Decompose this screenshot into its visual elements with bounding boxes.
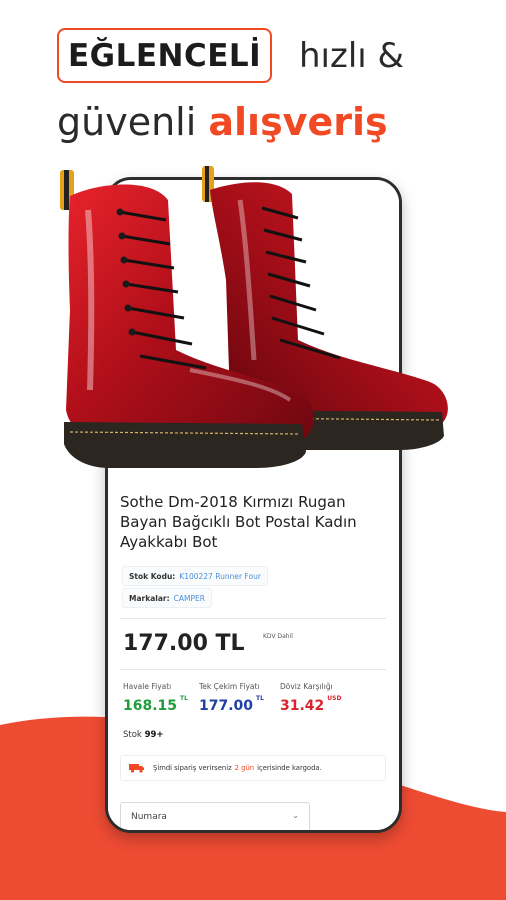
- headline-shopping-word: alışveriş: [208, 100, 388, 144]
- single-payment-price-currency: TL: [256, 695, 264, 702]
- single-payment-price-amount: 177.00: [199, 698, 254, 714]
- single-payment-price: Tek Çekim Fiyatı 177.00 TL: [199, 682, 264, 714]
- chevron-down-icon: ⌄: [292, 811, 299, 820]
- shipping-notice: Şimdi sipariş verirseniz 2 gün içerisind…: [120, 755, 386, 781]
- fx-price: Döviz Karşılığı 31.42 USD: [280, 682, 341, 714]
- headline-line-2: güvenli alışveriş: [57, 100, 388, 144]
- fx-price-currency: USD: [327, 695, 342, 702]
- product-price: 177.00 TL: [123, 631, 245, 656]
- stock-value: 99+: [144, 730, 164, 740]
- divider: [120, 618, 386, 619]
- shipping-text-post: içerisinde kargoda.: [257, 764, 322, 772]
- vat-note: KDV Dahil: [263, 633, 293, 640]
- brand-link[interactable]: CAMPER: [174, 594, 205, 603]
- fx-price-label: Döviz Karşılığı: [280, 682, 333, 691]
- divider: [120, 669, 386, 670]
- headline-highlight-box: EĞLENCELİ: [57, 28, 273, 83]
- brand-row: Markalar: CAMPER: [122, 588, 212, 608]
- stock-code-link[interactable]: K100227 Runner Four: [179, 572, 261, 581]
- stock-info: Stok 99+: [123, 730, 164, 740]
- headline: EĞLENCELİ hızlı & güvenli alışveriş: [0, 0, 506, 170]
- headline-fun-word: EĞLENCELİ: [68, 37, 262, 74]
- shipping-days: 2 gün: [234, 764, 255, 772]
- stock-label: Stok: [123, 730, 142, 740]
- red-patent-boots-image: [60, 166, 448, 468]
- product-title: Sothe Dm-2018 Kırmızı Rugan Bayan Bağcık…: [120, 493, 357, 551]
- size-select[interactable]: Numara ⌄: [120, 802, 310, 830]
- transfer-price-currency: TL: [180, 695, 188, 702]
- shipping-text-pre: Şimdi sipariş verirseniz: [153, 764, 232, 772]
- transfer-price: Havale Fiyatı 168.15 TL: [123, 682, 188, 714]
- size-select-value: Numara: [131, 812, 167, 822]
- brand-label: Markalar:: [129, 593, 170, 603]
- truck-icon: [129, 764, 144, 773]
- stock-code-row: Stok Kodu: K100227 Runner Four: [122, 566, 268, 586]
- single-payment-price-label: Tek Çekim Fiyatı: [199, 682, 260, 691]
- headline-fast-word: hızlı &: [299, 36, 405, 76]
- transfer-price-amount: 168.15: [123, 698, 178, 714]
- headline-safe-word: güvenli: [57, 100, 197, 144]
- fx-price-amount: 31.42: [280, 698, 325, 714]
- transfer-price-label: Havale Fiyatı: [123, 682, 172, 691]
- stock-code-label: Stok Kodu:: [129, 571, 176, 581]
